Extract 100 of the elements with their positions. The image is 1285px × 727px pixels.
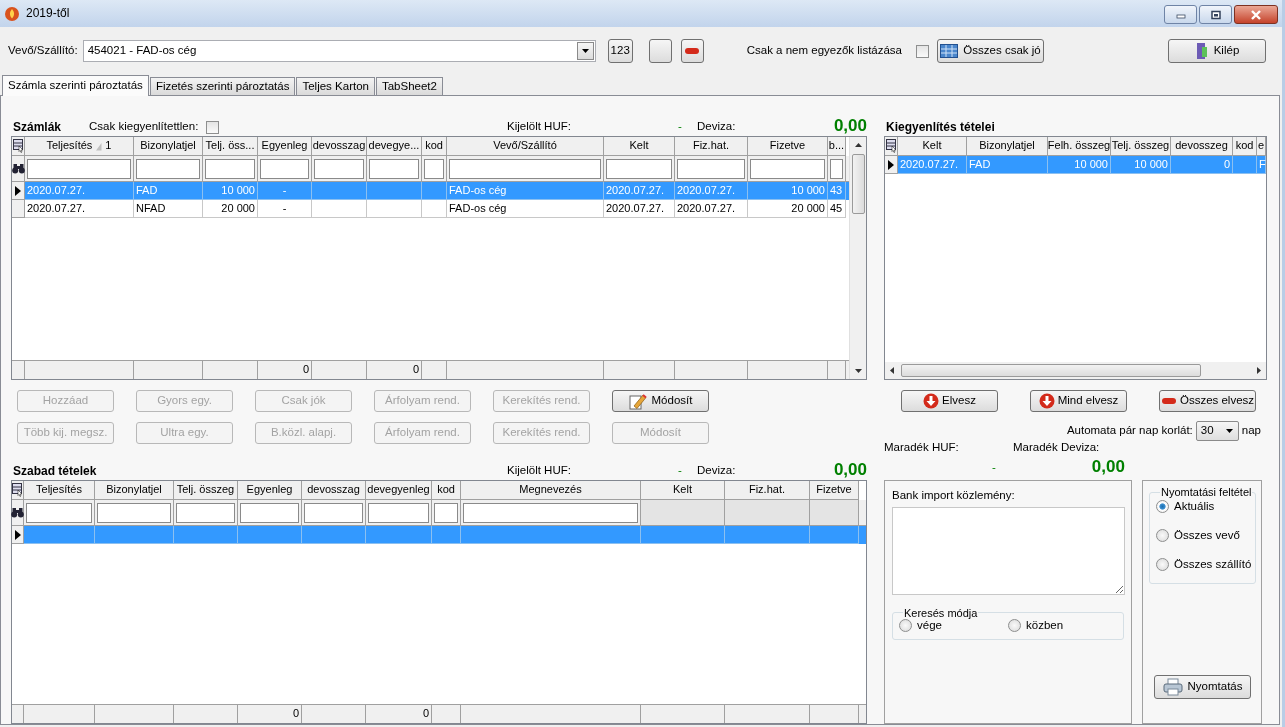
checkbox[interactable] [206, 121, 220, 134]
table-cell: 2020.07.27. [25, 182, 134, 200]
table-cell: 20 000 [748, 200, 828, 218]
tab[interactable]: TabSheet2 [375, 77, 443, 95]
table-cell: NFAD [134, 200, 203, 218]
remove-button[interactable]: Mind elvesz [1030, 390, 1127, 412]
radio-button[interactable] [1156, 529, 1169, 543]
remove-button[interactable]: Összes elvesz [1159, 390, 1256, 412]
remove-button[interactable] [680, 39, 704, 63]
radio-button[interactable] [899, 619, 912, 633]
horizontal-scrollbar[interactable] [885, 362, 1266, 379]
column-header[interactable]: Egyenleg [238, 481, 302, 500]
column-header[interactable]: devosszag [312, 137, 367, 156]
checkbox[interactable] [916, 44, 929, 58]
action-button[interactable]: Módosít [612, 390, 709, 412]
partner-combo[interactable]: 454021 - FAD-os cég [82, 40, 596, 62]
column-header[interactable]: Felh. összeg [1048, 137, 1111, 156]
column-header[interactable]: Fizetve [748, 137, 828, 156]
exit-button[interactable]: Kilép [1168, 39, 1266, 63]
total-cell: 0 [258, 361, 312, 379]
window-title: 2019-től [26, 6, 70, 21]
column-header[interactable]: e [1257, 137, 1266, 156]
tab[interactable]: Fizetés szerinti pároztatás [149, 77, 296, 95]
filter-field[interactable] [136, 158, 200, 179]
column-header[interactable]: Bizonylatjel [134, 137, 203, 156]
column-header[interactable]: Teljesítés [24, 481, 95, 500]
scroll-thumb[interactable] [901, 364, 1201, 377]
filter-field[interactable] [677, 158, 745, 179]
column-header[interactable]: devegye... [367, 137, 422, 156]
tab[interactable]: Teljes Karton [296, 77, 375, 95]
tab[interactable]: Számla szerinti pároztatás [2, 75, 149, 96]
filter-field[interactable] [176, 502, 235, 523]
remove-button[interactable]: Elvesz [901, 390, 998, 412]
column-header[interactable]: kod [422, 137, 447, 156]
filter-field[interactable] [750, 158, 825, 179]
day-limit-select[interactable]: 30 [1195, 421, 1239, 441]
field-label: Deviza: [697, 464, 736, 478]
filter-field[interactable] [463, 502, 638, 523]
filter-field[interactable] [205, 158, 255, 179]
filter-field[interactable] [27, 158, 131, 179]
all-ok-button[interactable]: Összes csak jó [937, 39, 1044, 63]
field-label: Kijelölt HUF: [507, 464, 572, 478]
column-header[interactable]: Bizonylatjel [967, 137, 1048, 156]
table-row[interactable]: 2020.07.27. NFAD 20 000 - FAD-os cég 2020.07.27. 2020.07.27. 20 000 45 [12, 200, 849, 218]
column-header[interactable]: Fiz.hat. [675, 137, 748, 156]
filter-field[interactable] [304, 502, 363, 523]
value-text: 0,00 [833, 461, 867, 478]
group-title: Nyomtatási feltétel [1160, 486, 1253, 499]
column-header[interactable]: devosszeg [1171, 137, 1233, 156]
table-cell: F [1257, 156, 1266, 174]
sort-icon [95, 141, 103, 151]
column-header[interactable]: Kelt [604, 137, 675, 156]
filter-field[interactable] [260, 158, 309, 179]
filter-field[interactable] [449, 158, 601, 179]
column-header[interactable]: Fiz.hat. [725, 481, 810, 500]
table-cell: FAD [967, 156, 1048, 174]
column-header[interactable]: Telj. összeg [174, 481, 238, 500]
filter-field[interactable] [369, 158, 419, 179]
column-header[interactable]: Bizonylatjel [95, 481, 174, 500]
filter-field[interactable] [830, 158, 843, 179]
column-header[interactable]: kod [432, 481, 461, 500]
blank-button[interactable] [648, 39, 672, 63]
field-label: Kijelölt HUF: [507, 120, 572, 134]
column-header[interactable]: Egyenleg [258, 137, 312, 156]
radio-label: Aktuális [1174, 500, 1215, 514]
column-header[interactable]: Kelt [641, 481, 725, 500]
column-header[interactable]: Megnevezés [461, 481, 641, 500]
filter-field[interactable] [97, 502, 171, 523]
radio-button[interactable] [1156, 500, 1169, 514]
filter-field[interactable] [368, 502, 429, 523]
column-header[interactable]: kod [1233, 137, 1257, 156]
column-header[interactable]: devegyenleg [366, 481, 432, 500]
column-header[interactable]: Telj. összeg [1111, 137, 1171, 156]
column-header[interactable]: b... [828, 137, 846, 156]
print-button[interactable]: Nyomtatás [1154, 675, 1251, 699]
door-icon [1194, 42, 1209, 60]
column-header[interactable]: Fizetve [810, 481, 859, 500]
column-header[interactable]: Vevő/Szállító [447, 137, 604, 156]
dropdown-button[interactable] [576, 42, 594, 60]
column-header[interactable]: devosszag [302, 481, 366, 500]
number-button[interactable]: 123 [607, 39, 633, 63]
field-label: Maradék HUF: [884, 441, 960, 453]
table-cell: - [258, 200, 312, 218]
filter-field[interactable] [314, 158, 364, 179]
maximize-button[interactable] [1199, 5, 1232, 24]
filter-field[interactable] [26, 502, 92, 523]
vertical-scrollbar[interactable] [849, 137, 866, 379]
column-header[interactable]: Telj. öss... [203, 137, 258, 156]
column-header[interactable]: Kelt [898, 137, 967, 156]
table-cell: 45 [828, 200, 846, 218]
scroll-thumb[interactable] [851, 154, 865, 214]
filter-field[interactable] [434, 502, 458, 523]
filter-field[interactable] [606, 158, 672, 179]
close-button[interactable] [1234, 5, 1278, 24]
table-icon [940, 44, 959, 58]
column-header[interactable]: Teljesítés 1 [25, 137, 134, 156]
filter-field[interactable] [240, 502, 299, 523]
radio-button[interactable] [1008, 619, 1021, 633]
filter-field[interactable] [424, 158, 444, 179]
radio-button[interactable] [1156, 558, 1169, 572]
